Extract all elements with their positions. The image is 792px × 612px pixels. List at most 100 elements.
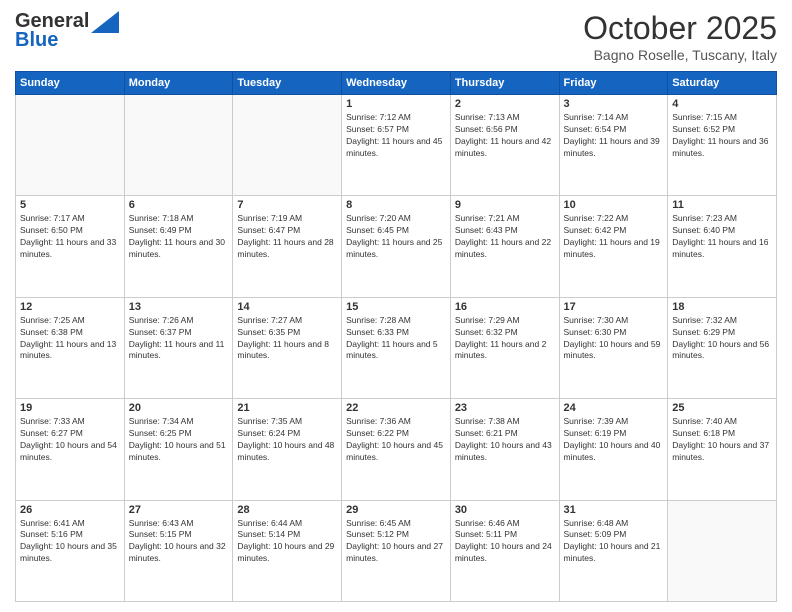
cell-text: Sunrise: 7:21 AM Sunset: 6:43 PM Dayligh… [455, 213, 555, 261]
day-number: 2 [455, 98, 555, 110]
calendar-cell: 30 Sunrise: 6:46 AM Sunset: 5:11 PM Dayli… [450, 500, 559, 601]
calendar-week-0: 1 Sunrise: 7:12 AM Sunset: 6:57 PM Daylig… [16, 95, 777, 196]
cell-text: Sunrise: 7:33 AM Sunset: 6:27 PM Dayligh… [20, 416, 120, 464]
calendar-table: SundayMondayTuesdayWednesdayThursdayFrid… [15, 71, 777, 602]
day-number: 18 [672, 301, 772, 313]
calendar-cell: 27 Sunrise: 6:43 AM Sunset: 5:15 PM Dayli… [124, 500, 233, 601]
day-number: 6 [129, 199, 229, 211]
month-title: October 2025 [583, 10, 777, 47]
page: General Blue October 2025 Bagno Roselle,… [0, 0, 792, 612]
day-number: 17 [564, 301, 664, 313]
day-number: 13 [129, 301, 229, 313]
cell-text: Sunrise: 7:18 AM Sunset: 6:49 PM Dayligh… [129, 213, 229, 261]
calendar-cell: 17Sunrise: 7:30 AM Sunset: 6:30 PM Dayli… [559, 297, 668, 398]
logo: General Blue [15, 10, 119, 52]
calendar-cell: 24 Sunrise: 7:39 AM Sunset: 6:19 PM Dayli… [559, 399, 668, 500]
day-number: 11 [672, 199, 772, 211]
day-number: 19 [20, 402, 120, 414]
cell-text: Sunrise: 6:45 AM Sunset: 5:12 PM Dayligh… [346, 518, 446, 566]
calendar-week-3: 19 Sunrise: 7:33 AM Sunset: 6:27 PM Dayli… [16, 399, 777, 500]
day-number: 14 [237, 301, 337, 313]
calendar-cell: 28 Sunrise: 6:44 AM Sunset: 5:14 PM Dayli… [233, 500, 342, 601]
calendar-week-2: 12 Sunrise: 7:25 AM Sunset: 6:38 PM Dayli… [16, 297, 777, 398]
day-number: 21 [237, 402, 337, 414]
logo-blue: Blue [15, 29, 58, 52]
calendar-header-saturday: Saturday [668, 72, 777, 95]
calendar-cell: 21 Sunrise: 7:35 AM Sunset: 6:24 PM Dayli… [233, 399, 342, 500]
day-number: 20 [129, 402, 229, 414]
cell-text: Sunrise: 7:23 AM Sunset: 6:40 PM Dayligh… [672, 213, 772, 261]
calendar-header-tuesday: Tuesday [233, 72, 342, 95]
calendar-header-monday: Monday [124, 72, 233, 95]
cell-text: Sunrise: 7:28 AM Sunset: 6:33 PM Dayligh… [346, 315, 446, 363]
calendar-header-row: SundayMondayTuesdayWednesdayThursdayFrid… [16, 72, 777, 95]
cell-text: Sunrise: 7:38 AM Sunset: 6:21 PM Dayligh… [455, 416, 555, 464]
cell-text: Sunrise: 7:13 AM Sunset: 6:56 PM Dayligh… [455, 112, 555, 160]
calendar-cell: 7 Sunrise: 7:19 AM Sunset: 6:47 PM Daylig… [233, 196, 342, 297]
calendar-header-friday: Friday [559, 72, 668, 95]
calendar-cell: 8 Sunrise: 7:20 AM Sunset: 6:45 PM Daylig… [342, 196, 451, 297]
calendar-cell [124, 95, 233, 196]
calendar-cell: 15Sunrise: 7:28 AM Sunset: 6:33 PM Dayli… [342, 297, 451, 398]
cell-text: Sunrise: 6:41 AM Sunset: 5:16 PM Dayligh… [20, 518, 120, 566]
cell-text: Sunrise: 7:14 AM Sunset: 6:54 PM Dayligh… [564, 112, 664, 160]
calendar-cell: 18Sunrise: 7:32 AM Sunset: 6:29 PM Dayli… [668, 297, 777, 398]
cell-text: Sunrise: 7:12 AM Sunset: 6:57 PM Dayligh… [346, 112, 446, 160]
day-number: 23 [455, 402, 555, 414]
day-number: 30 [455, 504, 555, 516]
calendar-cell: 13 Sunrise: 7:26 AM Sunset: 6:37 PM Dayli… [124, 297, 233, 398]
day-number: 29 [346, 504, 446, 516]
calendar-cell: 20 Sunrise: 7:34 AM Sunset: 6:25 PM Dayli… [124, 399, 233, 500]
cell-text: Sunrise: 7:35 AM Sunset: 6:24 PM Dayligh… [237, 416, 337, 464]
day-number: 24 [564, 402, 664, 414]
day-number: 7 [237, 199, 337, 211]
calendar-cell: 14 Sunrise: 7:27 AM Sunset: 6:35 PM Dayli… [233, 297, 342, 398]
cell-text: Sunrise: 6:44 AM Sunset: 5:14 PM Dayligh… [237, 518, 337, 566]
cell-text: Sunrise: 7:19 AM Sunset: 6:47 PM Dayligh… [237, 213, 337, 261]
day-number: 10 [564, 199, 664, 211]
calendar-header-wednesday: Wednesday [342, 72, 451, 95]
day-number: 31 [564, 504, 664, 516]
day-number: 8 [346, 199, 446, 211]
calendar-header-sunday: Sunday [16, 72, 125, 95]
calendar-cell [16, 95, 125, 196]
calendar-cell: 19 Sunrise: 7:33 AM Sunset: 6:27 PM Dayli… [16, 399, 125, 500]
cell-text: Sunrise: 7:17 AM Sunset: 6:50 PM Dayligh… [20, 213, 120, 261]
calendar-cell: 9Sunrise: 7:21 AM Sunset: 6:43 PM Daylig… [450, 196, 559, 297]
calendar-cell: 31 Sunrise: 6:48 AM Sunset: 5:09 PM Dayli… [559, 500, 668, 601]
cell-text: Sunrise: 7:39 AM Sunset: 6:19 PM Dayligh… [564, 416, 664, 464]
calendar-cell: 4Sunrise: 7:15 AM Sunset: 6:52 PM Daylig… [668, 95, 777, 196]
cell-text: Sunrise: 6:48 AM Sunset: 5:09 PM Dayligh… [564, 518, 664, 566]
calendar-cell: 11 Sunrise: 7:23 AM Sunset: 6:40 PM Dayli… [668, 196, 777, 297]
calendar-header-thursday: Thursday [450, 72, 559, 95]
day-number: 25 [672, 402, 772, 414]
cell-text: Sunrise: 6:43 AM Sunset: 5:15 PM Dayligh… [129, 518, 229, 566]
calendar-cell: 12 Sunrise: 7:25 AM Sunset: 6:38 PM Dayli… [16, 297, 125, 398]
calendar-cell: 2 Sunrise: 7:13 AM Sunset: 6:56 PM Daylig… [450, 95, 559, 196]
calendar-cell: 23 Sunrise: 7:38 AM Sunset: 6:21 PM Dayli… [450, 399, 559, 500]
calendar-cell: 26Sunrise: 6:41 AM Sunset: 5:16 PM Dayli… [16, 500, 125, 601]
day-number: 27 [129, 504, 229, 516]
cell-text: Sunrise: 7:20 AM Sunset: 6:45 PM Dayligh… [346, 213, 446, 261]
cell-text: Sunrise: 7:26 AM Sunset: 6:37 PM Dayligh… [129, 315, 229, 363]
day-number: 1 [346, 98, 446, 110]
calendar-cell: 10Sunrise: 7:22 AM Sunset: 6:42 PM Dayli… [559, 196, 668, 297]
calendar-cell [668, 500, 777, 601]
cell-text: Sunrise: 6:46 AM Sunset: 5:11 PM Dayligh… [455, 518, 555, 566]
calendar-cell: 16Sunrise: 7:29 AM Sunset: 6:32 PM Dayli… [450, 297, 559, 398]
calendar-cell: 5 Sunrise: 7:17 AM Sunset: 6:50 PM Daylig… [16, 196, 125, 297]
day-number: 5 [20, 199, 120, 211]
day-number: 12 [20, 301, 120, 313]
cell-text: Sunrise: 7:25 AM Sunset: 6:38 PM Dayligh… [20, 315, 120, 363]
day-number: 28 [237, 504, 337, 516]
day-number: 4 [672, 98, 772, 110]
calendar-cell [233, 95, 342, 196]
calendar-cell: 6 Sunrise: 7:18 AM Sunset: 6:49 PM Daylig… [124, 196, 233, 297]
calendar-week-4: 26Sunrise: 6:41 AM Sunset: 5:16 PM Dayli… [16, 500, 777, 601]
logo-icon [91, 11, 119, 33]
cell-text: Sunrise: 7:27 AM Sunset: 6:35 PM Dayligh… [237, 315, 337, 363]
cell-text: Sunrise: 7:40 AM Sunset: 6:18 PM Dayligh… [672, 416, 772, 464]
calendar-cell: 29 Sunrise: 6:45 AM Sunset: 5:12 PM Dayli… [342, 500, 451, 601]
cell-text: Sunrise: 7:34 AM Sunset: 6:25 PM Dayligh… [129, 416, 229, 464]
day-number: 3 [564, 98, 664, 110]
